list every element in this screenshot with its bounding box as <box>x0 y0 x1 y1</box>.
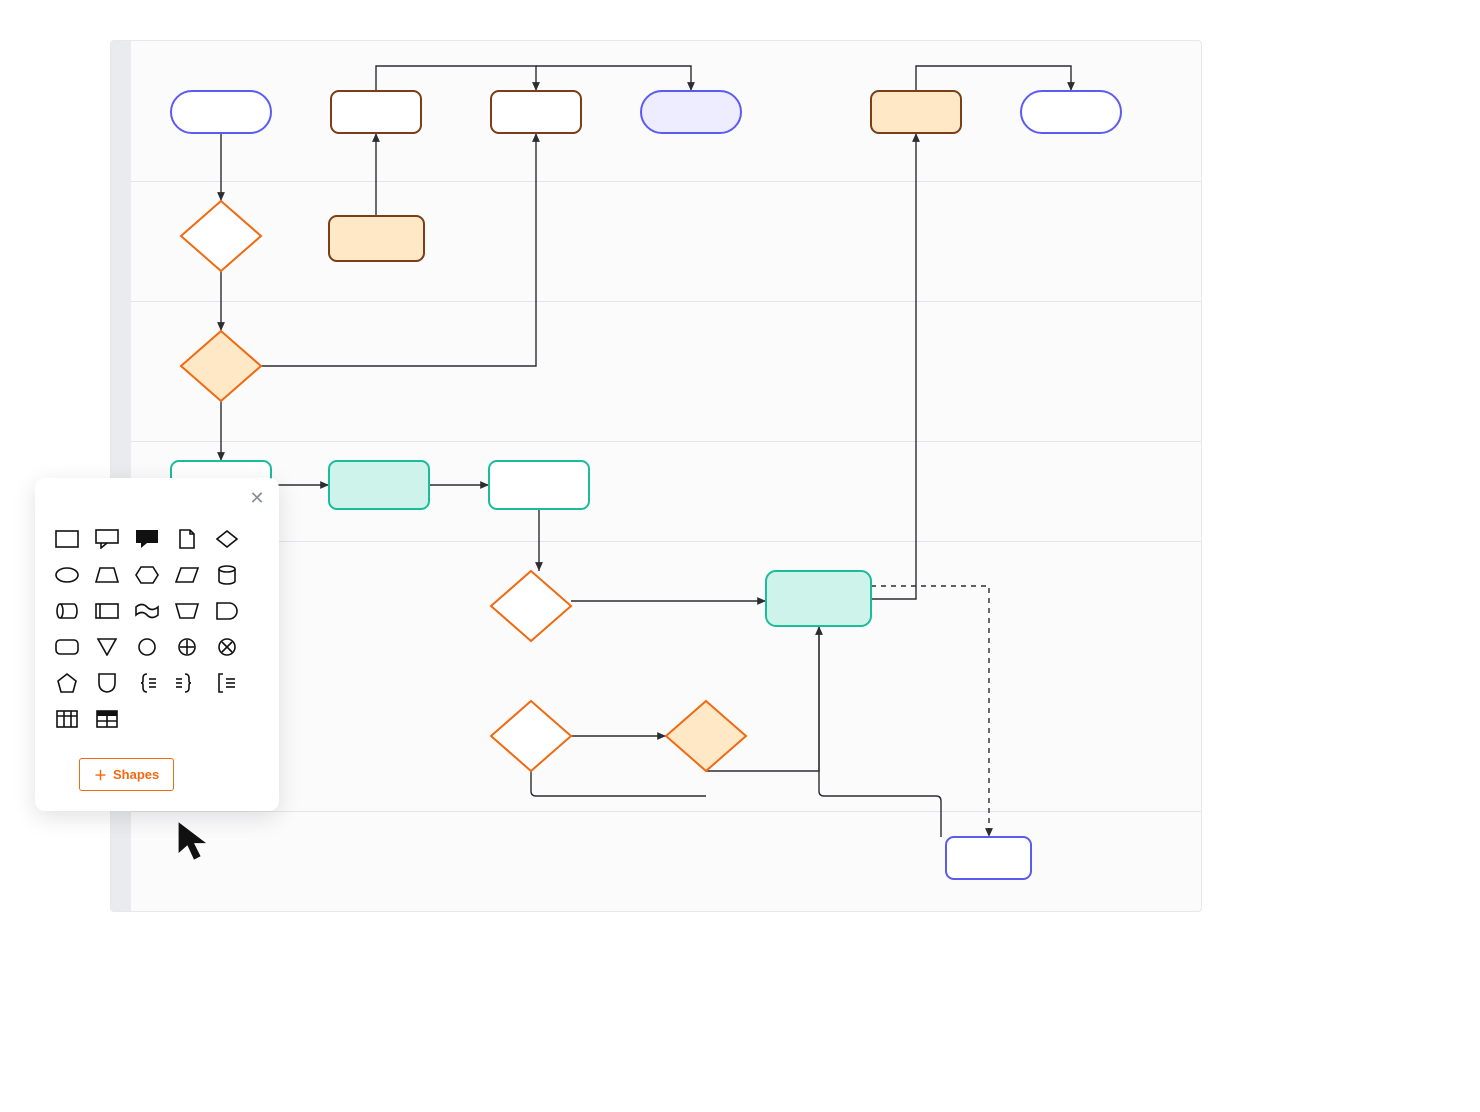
node-decision[interactable] <box>491 571 571 641</box>
shape-triangle-down-icon[interactable] <box>91 634 123 660</box>
node-process[interactable] <box>329 461 429 509</box>
shape-cylinder-side-icon[interactable] <box>51 598 83 624</box>
close-icon[interactable]: ✕ <box>247 490 267 510</box>
shape-parallelogram-icon[interactable] <box>171 562 203 588</box>
node-process[interactable] <box>489 461 589 509</box>
shapes-button-label: Shapes <box>113 767 159 782</box>
shape-rectangle-icon[interactable] <box>51 526 83 552</box>
shape-ellipse-icon[interactable] <box>51 562 83 588</box>
shape-circle-plus-icon[interactable] <box>171 634 203 660</box>
shape-rounded-rect-icon[interactable] <box>51 634 83 660</box>
plus-icon: ＋ <box>94 765 107 784</box>
shape-bracket-icon[interactable] <box>211 670 243 696</box>
shape-hexagon-icon[interactable] <box>131 562 163 588</box>
shape-brace-right-icon[interactable] <box>131 670 163 696</box>
shapes-grid <box>51 526 263 732</box>
shape-storage-icon[interactable] <box>91 598 123 624</box>
edges <box>221 66 1071 837</box>
shape-pentagon-icon[interactable] <box>51 670 83 696</box>
shape-table-icon[interactable] <box>51 706 83 732</box>
shapes-panel[interactable]: ✕ ＋ Shapes <box>35 478 279 811</box>
node-decision[interactable] <box>491 701 571 771</box>
node-decision[interactable] <box>666 701 746 771</box>
edge[interactable] <box>871 133 916 599</box>
add-shapes-button[interactable]: ＋ Shapes <box>79 758 174 791</box>
shape-circle-x-icon[interactable] <box>211 634 243 660</box>
node-process[interactable] <box>491 91 581 133</box>
node-terminator[interactable] <box>641 91 741 133</box>
shape-callout-filled-icon[interactable] <box>131 526 163 552</box>
shape-page-icon[interactable] <box>171 526 203 552</box>
shape-wave-icon[interactable] <box>131 598 163 624</box>
shape-d-shape-icon[interactable] <box>211 598 243 624</box>
shape-circle-icon[interactable] <box>131 634 163 660</box>
edge[interactable] <box>531 771 706 796</box>
node-decision[interactable] <box>181 201 261 271</box>
node-process[interactable] <box>766 571 871 626</box>
shape-table-header-icon[interactable] <box>91 706 123 732</box>
node-terminator[interactable] <box>171 91 271 133</box>
node-process[interactable] <box>329 216 424 261</box>
node-decision[interactable] <box>181 331 261 401</box>
shape-shield-icon[interactable] <box>91 670 123 696</box>
shape-brace-pair-icon[interactable] <box>171 670 203 696</box>
node-process[interactable] <box>331 91 421 133</box>
edge-dashed[interactable] <box>871 586 989 837</box>
shape-diamond-icon[interactable] <box>211 526 243 552</box>
edge[interactable] <box>916 66 1071 91</box>
shape-callout-icon[interactable] <box>91 526 123 552</box>
edge[interactable] <box>819 626 941 837</box>
shape-trapezoid-icon[interactable] <box>91 562 123 588</box>
edge[interactable] <box>376 66 536 91</box>
shape-trapezoid2-icon[interactable] <box>171 598 203 624</box>
node-process[interactable] <box>871 91 961 133</box>
shape-cylinder-icon[interactable] <box>211 562 243 588</box>
node-process[interactable] <box>946 837 1031 879</box>
edge[interactable] <box>536 66 691 91</box>
node-terminator[interactable] <box>1021 91 1121 133</box>
